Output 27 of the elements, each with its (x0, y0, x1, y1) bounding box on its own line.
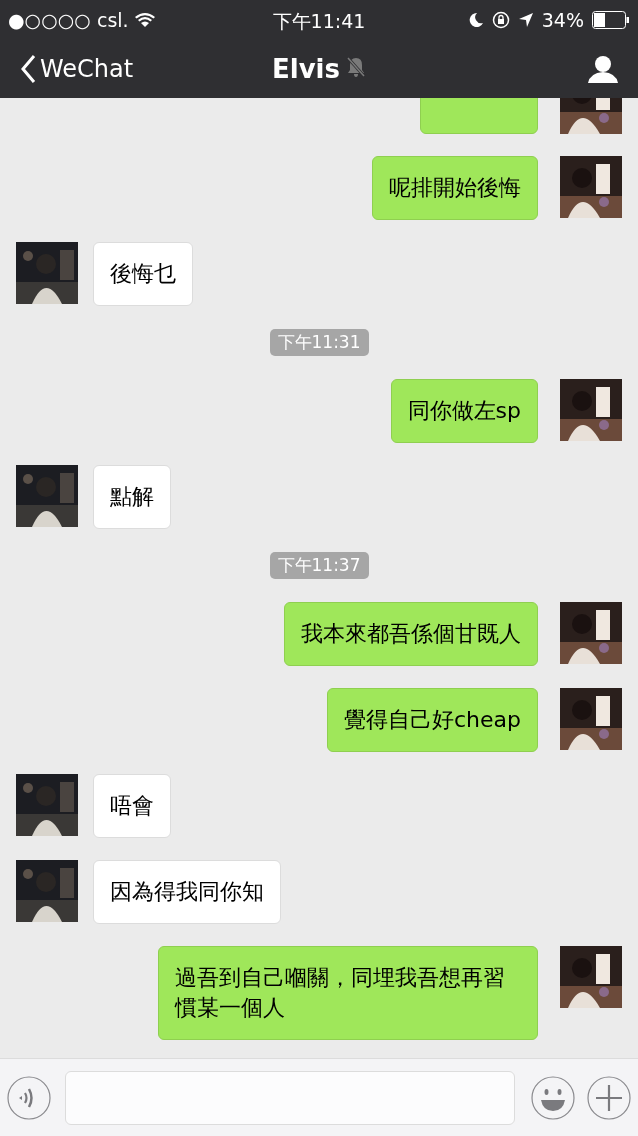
timestamp: 下午11:31 (269, 329, 369, 356)
plus-icon[interactable] (587, 1075, 631, 1120)
message-bubble: 同你做左sp (390, 379, 538, 443)
message-bubble: 唔會 (93, 774, 171, 838)
voice-icon[interactable] (7, 1075, 51, 1120)
back-button[interactable]: WeChat (20, 54, 134, 84)
chevron-icon (20, 54, 36, 84)
message-bubble: 點解 (93, 465, 171, 529)
message-bubble: 呢排開始後悔 (372, 156, 538, 220)
message-bubble: 過吾到自己嗰關，同埋我吾想再習慣某一個人 (158, 946, 538, 1040)
moon-icon (467, 12, 484, 28)
emoji-icon[interactable] (531, 1075, 575, 1120)
battery-percent: 34% (541, 9, 584, 31)
message-bubble: 因為得我同你知 (93, 860, 281, 924)
rotation-lock-icon (491, 11, 510, 29)
message-bubble: 覺得自己好cheap (326, 688, 538, 752)
carrier-signal: ●○○○○ csl. (8, 9, 129, 31)
message-bubble: 我本來都吾係個甘既人 (284, 602, 538, 666)
wifi-icon (134, 12, 155, 28)
chat-title: Elvis (272, 54, 340, 84)
message-bubble: 後悔乜 (93, 242, 193, 306)
battery-icon (592, 11, 630, 29)
status-time: 下午11:41 (272, 10, 366, 32)
timestamp: 下午11:37 (269, 552, 369, 579)
profile-icon[interactable] (588, 55, 618, 83)
message-input-field[interactable] (65, 1070, 515, 1125)
location-icon (517, 12, 534, 28)
